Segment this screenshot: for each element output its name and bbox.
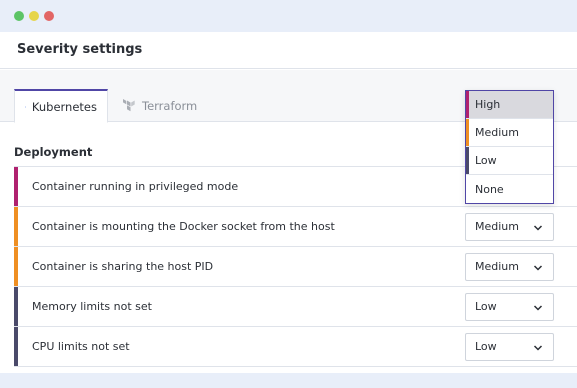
- minimize-dot[interactable]: [29, 11, 39, 21]
- option-low[interactable]: Low: [466, 147, 553, 175]
- severity-select[interactable]: Medium: [465, 212, 554, 241]
- option-label: High: [475, 98, 501, 111]
- rule-label: Container is sharing the host PID: [32, 260, 214, 273]
- terraform-icon: [123, 98, 135, 111]
- rule-row: Container is mounting the Docker socket …: [14, 206, 577, 247]
- panel-header: Severity settings: [0, 32, 577, 69]
- maximize-dot[interactable]: [14, 11, 24, 21]
- severity-indicator: [466, 147, 469, 174]
- chevron-down-icon: [533, 344, 543, 351]
- chevron-down-icon: [533, 224, 543, 231]
- severity-select[interactable]: Medium: [465, 252, 554, 281]
- rule-row: Container is sharing the host PID Medium: [14, 246, 577, 287]
- rule-label: CPU limits not set: [32, 340, 130, 353]
- severity-indicator: [14, 247, 18, 286]
- page-title: Severity settings: [17, 42, 143, 57]
- rule-label: Container running in privileged mode: [32, 180, 239, 193]
- severity-value: Low: [475, 340, 497, 353]
- severity-select[interactable]: Low: [465, 332, 554, 361]
- section-title: Deployment: [14, 145, 93, 159]
- option-high[interactable]: High: [466, 91, 553, 119]
- option-label: Medium: [475, 126, 519, 139]
- rule-label: Container is mounting the Docker socket …: [32, 220, 335, 233]
- tab-label: Kubernetes: [31, 99, 97, 114]
- option-label: Low: [475, 154, 497, 167]
- tab-terraform[interactable]: Terraform: [112, 89, 207, 122]
- rule-row: Memory limits not set Low: [14, 286, 577, 327]
- severity-indicator: [14, 327, 18, 366]
- kubernetes-icon: [25, 106, 26, 107]
- tab-label: Terraform: [142, 98, 198, 113]
- severity-indicator: [14, 207, 18, 246]
- severity-value: Medium: [475, 220, 519, 233]
- severity-indicator: [14, 167, 18, 206]
- severity-indicator: [466, 119, 469, 146]
- app-window: Severity settings Kubernetes Terraform D…: [0, 0, 577, 388]
- tab-kubernetes[interactable]: Kubernetes: [14, 89, 108, 123]
- option-label: None: [475, 182, 504, 196]
- settings-panel: Severity settings Kubernetes Terraform D…: [0, 32, 577, 373]
- rule-label: Memory limits not set: [32, 300, 152, 313]
- severity-indicator: [14, 287, 18, 326]
- rule-row: CPU limits not set Low: [14, 326, 577, 367]
- severity-indicator: [466, 91, 469, 118]
- option-medium[interactable]: Medium: [466, 119, 553, 147]
- severity-value: Medium: [475, 260, 519, 273]
- severity-value: Low: [475, 300, 497, 313]
- close-dot[interactable]: [44, 11, 54, 21]
- severity-dropdown-menu: High Medium Low None: [465, 90, 554, 204]
- severity-select[interactable]: Low: [465, 292, 554, 321]
- chevron-down-icon: [533, 264, 543, 271]
- chevron-down-icon: [533, 304, 543, 311]
- option-none[interactable]: None: [466, 175, 553, 203]
- title-bar: [0, 0, 577, 32]
